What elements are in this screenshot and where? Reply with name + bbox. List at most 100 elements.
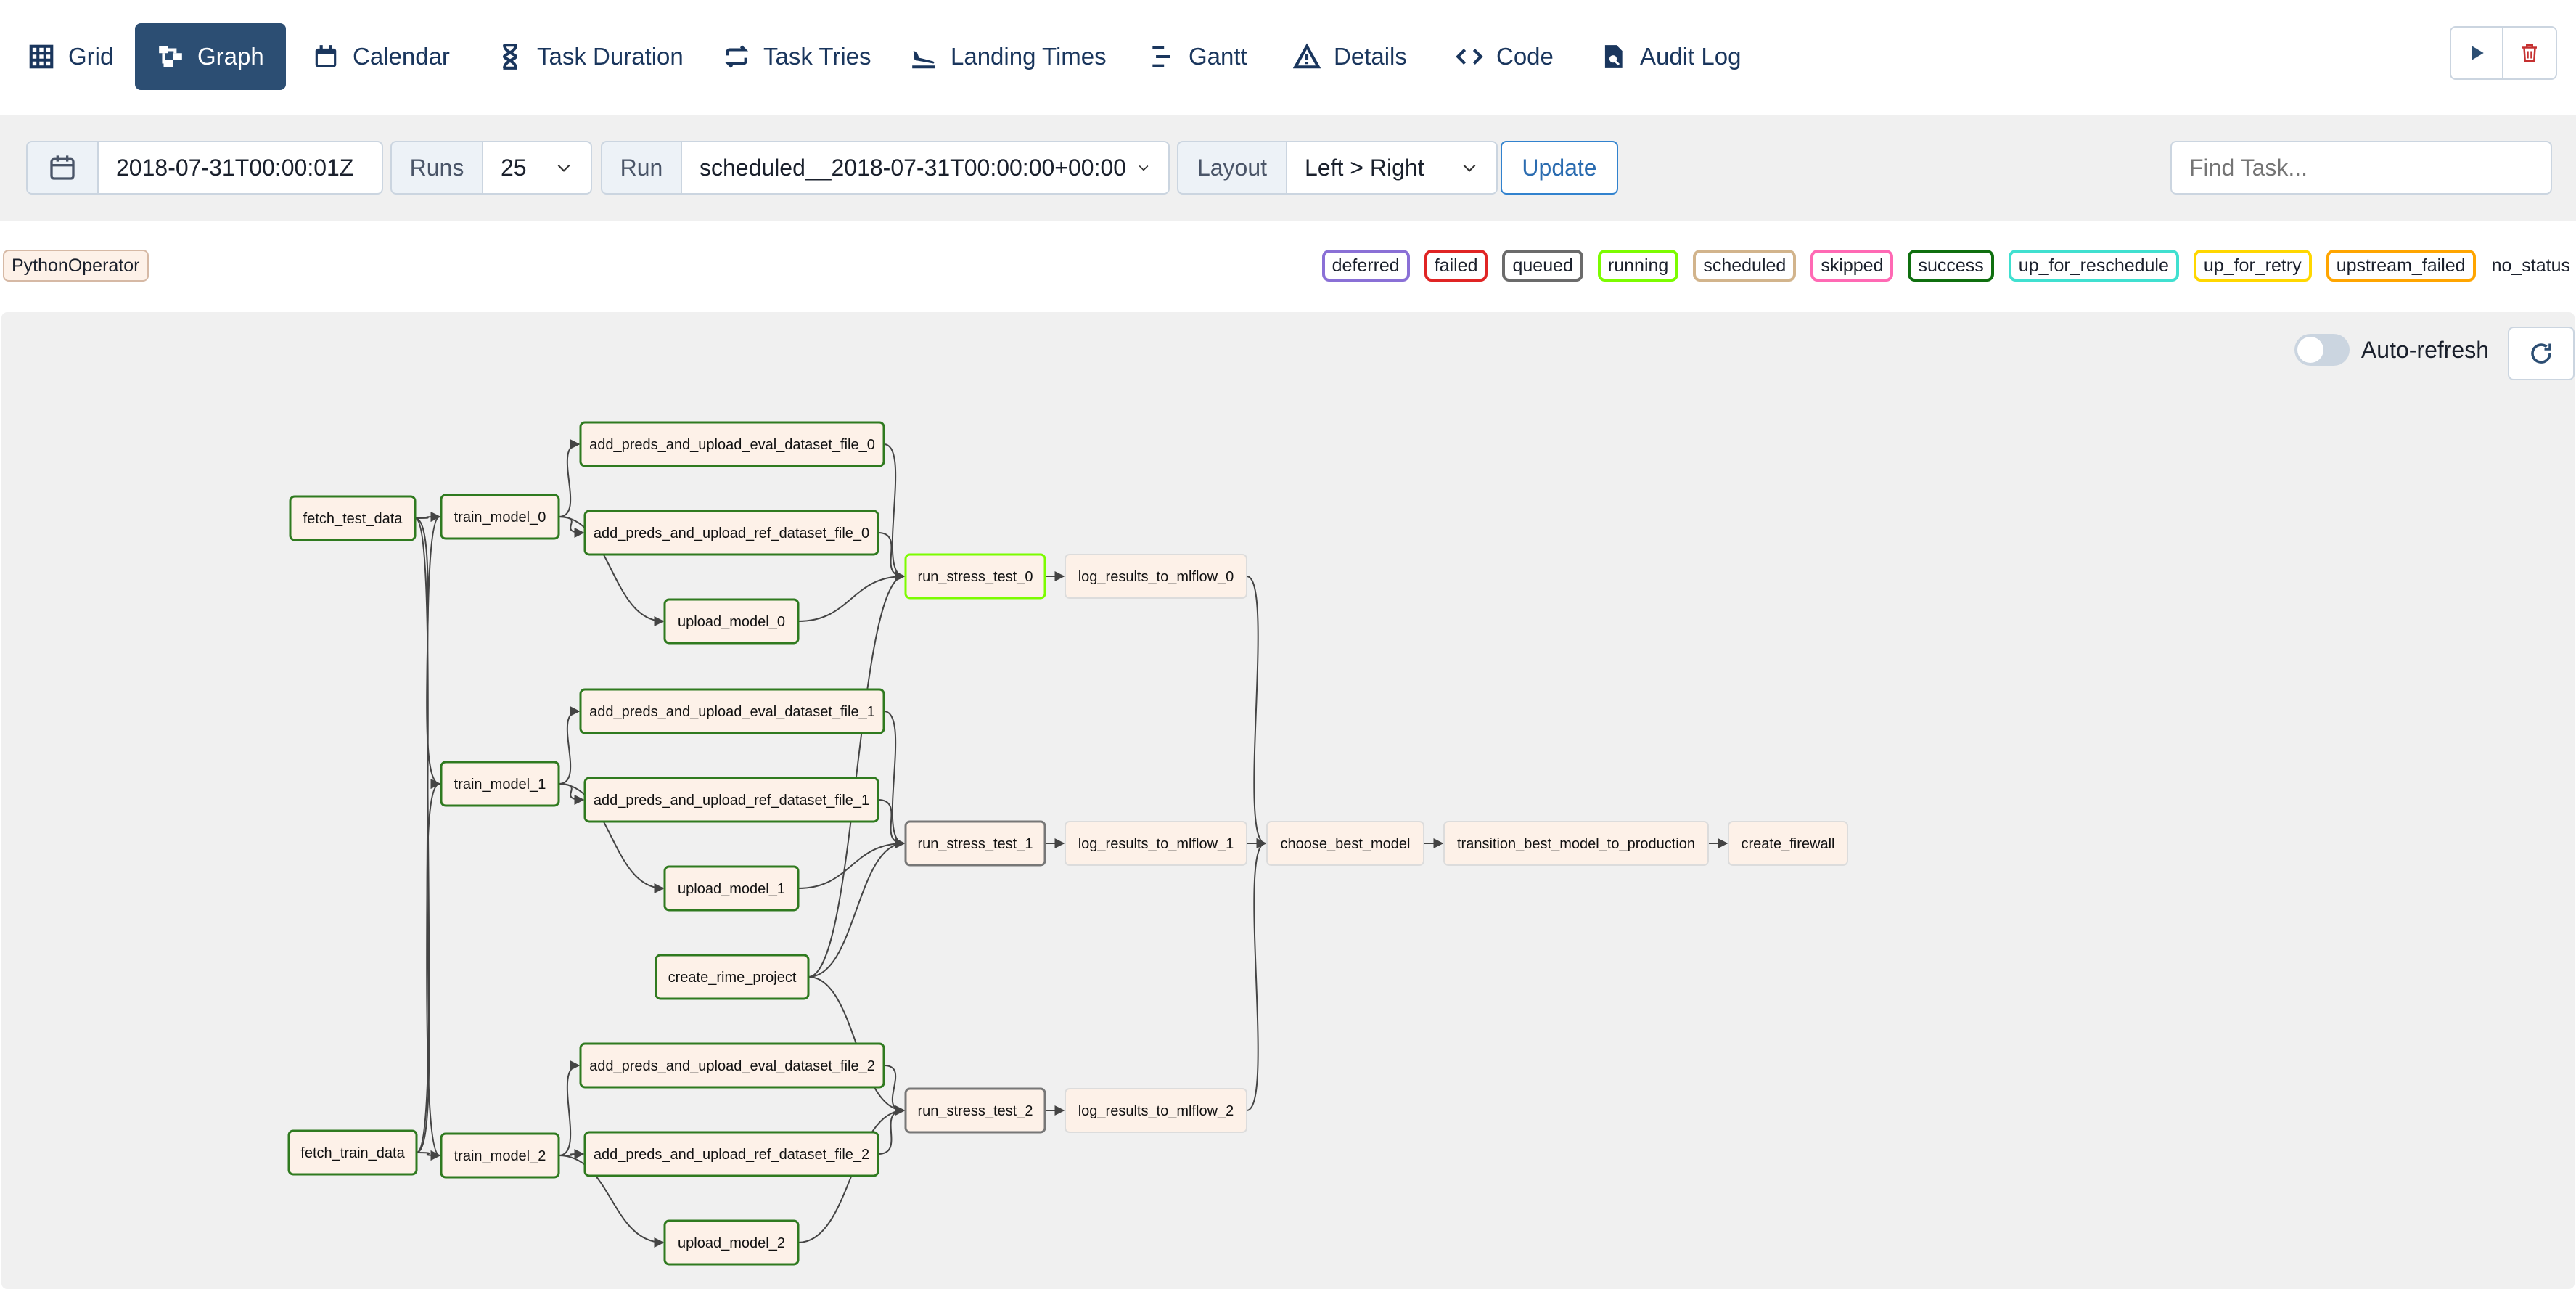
dag-edge	[877, 532, 906, 581]
delete-dag-button[interactable]	[2503, 26, 2557, 80]
state-legend: deferred failed queued running scheduled skip…	[1321, 250, 2572, 282]
dag-edge	[414, 512, 441, 523]
task-node-upload-model-0[interactable]: upload_model_0	[663, 598, 800, 644]
task-node-label: log_results_to_mlflow_2	[1078, 1103, 1234, 1119]
state-legend-failed[interactable]: failed	[1424, 250, 1488, 282]
dag-edge	[1246, 838, 1267, 1111]
code-icon	[1456, 49, 1483, 65]
find-task-input[interactable]	[2170, 141, 2552, 195]
task-node-log-results-to-mlflow-0[interactable]: log_results_to_mlflow_0	[1065, 554, 1247, 599]
task-node-label: add_preds_and_upload_ref_dataset_file_0	[594, 525, 869, 541]
run-select[interactable]: scheduled__2018-07-31T00:00:00+00:00	[682, 141, 1170, 195]
operator-legend-chip: PythonOperator	[3, 250, 149, 282]
task-node-train-model-0[interactable]: train_model_0	[440, 494, 560, 540]
runs-value: 25	[501, 154, 527, 181]
tab-graph[interactable]: Graph	[135, 23, 286, 90]
dag-graph: fetch_test_data fetch_train_data train_mod…	[287, 421, 1848, 1266]
chevron-down-icon	[557, 164, 570, 172]
dag-edge	[883, 443, 906, 581]
tab-audit-log[interactable]: Audit Log	[1578, 23, 1763, 90]
task-node-train-model-2[interactable]: train_model_2	[440, 1132, 560, 1179]
task-node-label: add_preds_and_upload_eval_dataset_file_0	[589, 437, 875, 453]
task-node-add-preds-and-upload-eval-dataset-file-0[interactable]: add_preds_and_upload_eval_dataset_file_0	[579, 421, 885, 467]
task-node-label: train_model_0	[454, 510, 546, 525]
task-node-label: upload_model_0	[678, 614, 785, 630]
gantt-icon	[1152, 46, 1170, 67]
runs-select[interactable]: 25	[483, 141, 592, 195]
task-node-train-model-1[interactable]: train_model_1	[440, 761, 560, 807]
chevron-down-icon	[1139, 165, 1149, 171]
tab-label: Task Duration	[537, 43, 684, 70]
warning-triangle-icon	[1293, 43, 1321, 69]
graph-icon	[159, 46, 182, 67]
dag-edge	[558, 706, 581, 785]
tab-grid[interactable]: Grid	[6, 23, 135, 90]
dag-edge	[416, 779, 441, 1153]
plane-landing-icon	[912, 51, 935, 69]
dag-edge	[558, 439, 581, 517]
layout-label: Layout	[1177, 141, 1287, 195]
dag-edge	[883, 711, 906, 848]
task-node-transition-best-model-to-production[interactable]: transition_best_model_to_production	[1443, 821, 1709, 866]
task-node-label: run_stress_test_1	[918, 836, 1033, 852]
state-legend-scheduled[interactable]: scheduled	[1693, 250, 1797, 282]
chevron-down-icon	[1463, 164, 1476, 172]
state-legend-queued[interactable]: queued	[1502, 250, 1583, 282]
task-node-add-preds-and-upload-eval-dataset-file-1[interactable]: add_preds_and_upload_eval_dataset_file_1	[579, 688, 885, 734]
date-picker-button[interactable]	[26, 141, 99, 195]
task-node-choose-best-model[interactable]: choose_best_model	[1266, 821, 1424, 866]
task-node-label: train_model_1	[454, 777, 546, 793]
runs-group: Runs 25	[390, 141, 592, 195]
graph-area: Auto-refresh fetch_test_data fetch_train_…	[1, 312, 2575, 1289]
state-legend-deferred[interactable]: deferred	[1321, 250, 1410, 282]
search-document-icon	[1604, 45, 1623, 68]
trigger-dag-button[interactable]	[2450, 26, 2503, 80]
task-node-run-stress-test-0[interactable]: run_stress_test_0	[904, 553, 1046, 600]
task-node-label: create_rime_project	[668, 970, 797, 986]
run-label: Run	[601, 141, 682, 195]
task-node-create-firewall[interactable]: create_firewall	[1728, 821, 1848, 866]
task-node-log-results-to-mlflow-2[interactable]: log_results_to_mlflow_2	[1065, 1088, 1247, 1133]
tab-label: Landing Times	[951, 43, 1107, 70]
tab-gantt[interactable]: Gantt	[1126, 23, 1269, 90]
tab-code[interactable]: Code	[1434, 23, 1575, 90]
task-node-create-rime-project[interactable]: create_rime_project	[655, 954, 810, 1000]
task-node-run-stress-test-2[interactable]: run_stress_test_2	[904, 1087, 1046, 1134]
task-node-add-preds-and-upload-eval-dataset-file-2[interactable]: add_preds_and_upload_eval_dataset_file_2	[579, 1042, 885, 1089]
task-node-label: fetch_test_data	[303, 511, 403, 527]
task-node-add-preds-and-upload-ref-dataset-file-2[interactable]: add_preds_and_upload_ref_dataset_file_2	[583, 1131, 879, 1177]
task-node-log-results-to-mlflow-1[interactable]: log_results_to_mlflow_1	[1065, 821, 1247, 866]
tab-landing-times[interactable]: Landing Times	[888, 23, 1128, 90]
task-node-fetch-train-data[interactable]: fetch_train_data	[287, 1129, 418, 1176]
task-node-upload-model-2[interactable]: upload_model_2	[663, 1219, 800, 1266]
state-legend-up-for-retry[interactable]: up_for_retry	[2193, 250, 2312, 282]
task-node-add-preds-and-upload-ref-dataset-file-0[interactable]: add_preds_and_upload_ref_dataset_file_0	[583, 510, 879, 556]
hourglass-icon	[503, 44, 517, 70]
state-legend-no-status[interactable]: no_status	[2490, 250, 2572, 282]
update-button[interactable]: Update	[1501, 141, 1618, 195]
state-legend-upstream-failed[interactable]: upstream_failed	[2326, 250, 2476, 282]
task-node-upload-model-1[interactable]: upload_model_1	[663, 865, 800, 912]
state-legend-skipped[interactable]: skipped	[1810, 250, 1894, 282]
layout-group: Layout Left > Right	[1177, 141, 1498, 195]
state-legend-up-for-reschedule[interactable]: up_for_reschedule	[2008, 250, 2179, 282]
dag-edge	[808, 838, 906, 978]
runs-label: Runs	[390, 141, 483, 195]
state-legend-running[interactable]: running	[1597, 250, 1679, 282]
base-date-input[interactable]: 2018-07-31T00:00:01Z	[99, 141, 383, 195]
state-legend-success[interactable]: success	[1908, 250, 1994, 282]
tab-calendar[interactable]: Calendar	[290, 23, 472, 90]
task-node-label: log_results_to_mlflow_1	[1078, 836, 1234, 852]
task-node-label: add_preds_and_upload_eval_dataset_file_2	[589, 1058, 875, 1074]
task-node-label: create_firewall	[1742, 836, 1835, 852]
task-node-add-preds-and-upload-ref-dataset-file-1[interactable]: add_preds_and_upload_ref_dataset_file_1	[583, 777, 879, 823]
calendar-icon	[50, 155, 75, 180]
tab-task-duration[interactable]: Task Duration	[475, 23, 705, 90]
dag-edge	[797, 571, 906, 622]
tab-label: Task Tries	[763, 43, 871, 70]
task-node-run-stress-test-1[interactable]: run_stress_test_1	[904, 820, 1046, 867]
tab-task-tries[interactable]: Task Tries	[701, 23, 893, 90]
task-node-fetch-test-data[interactable]: fetch_test_data	[289, 495, 417, 541]
layout-select[interactable]: Left > Right	[1287, 141, 1498, 195]
tab-details[interactable]: Details	[1271, 23, 1429, 90]
